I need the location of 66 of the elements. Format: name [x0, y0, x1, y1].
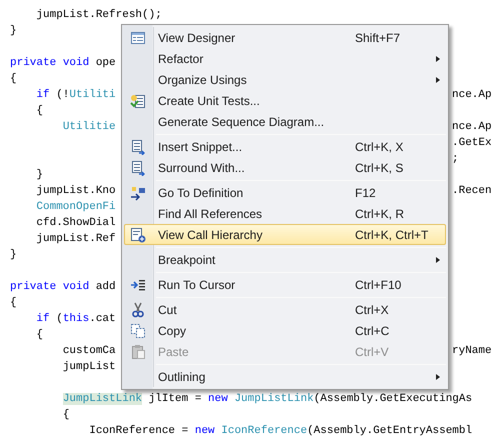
code-line: if (!Utiliti — [36, 89, 116, 101]
copy-icon — [130, 322, 146, 338]
code-line: { — [10, 297, 17, 309]
code-line: cfd.ShowDial — [36, 217, 116, 229]
code-line: private void add — [10, 281, 116, 293]
menu-item[interactable]: Run To Cursor Ctrl+F10 — [124, 274, 446, 295]
code-line: private void ope — [10, 57, 116, 69]
code-line: if (this.cat — [36, 313, 116, 325]
shortcut-text: Ctrl+V — [355, 344, 389, 360]
shortcut-text: Ctrl+X — [355, 302, 389, 318]
menu-item[interactable]: Organize Usings — [124, 69, 446, 90]
submenu-arrow-icon — [436, 56, 440, 62]
shortcut-text: Ctrl+K, Ctrl+T — [355, 226, 428, 244]
arrow-icon — [130, 184, 146, 200]
code-line: .GetEx — [452, 137, 492, 149]
shortcut-text: Ctrl+F10 — [355, 276, 402, 294]
menu-item[interactable]: Refactor — [124, 48, 446, 69]
code-line: jumpList.Kno — [36, 185, 116, 197]
code-line: Utilitie — [62, 121, 116, 133]
code-line: jumpList.Refresh(); — [36, 9, 162, 21]
shortcut-text: Ctrl+K, R — [355, 206, 404, 222]
document-arrow-icon — [130, 160, 146, 176]
shortcut-text: Ctrl+K, S — [355, 160, 404, 176]
document-arrow-icon — [130, 138, 146, 154]
code-line: jumpList — [62, 361, 116, 373]
code-line: nce.Ap — [452, 89, 492, 101]
code-line: { — [62, 409, 70, 421]
submenu-arrow-icon — [436, 76, 440, 82]
code-line: ; — [452, 153, 459, 165]
code-line: IconReference = new IconReference(Assembly.GetEntryAssembl — [89, 425, 472, 437]
shortcut-text: Ctrl+K, X — [355, 138, 404, 156]
menu-item[interactable]: Cut Ctrl+X — [124, 299, 446, 320]
shortcut-text: Ctrl+C — [355, 322, 390, 340]
menu-item[interactable]: View Call Hierarchy Ctrl+K, Ctrl+T — [124, 224, 446, 245]
cut-icon — [130, 302, 146, 318]
document-icon — [130, 226, 146, 242]
code-line: } — [10, 25, 17, 37]
code-line: ryName — [452, 345, 492, 357]
menu-item[interactable]: Outlining — [124, 366, 446, 387]
menu-item[interactable]: Generate Sequence Diagram... — [124, 111, 446, 132]
form-icon — [130, 30, 146, 46]
menu-item[interactable]: Find All References Ctrl+K, R — [124, 203, 446, 224]
submenu-arrow-icon — [436, 256, 440, 262]
code-line: jumpList.Ref — [36, 233, 116, 245]
menu-item[interactable]: Breakpoint — [124, 249, 446, 270]
submenu-arrow-icon — [436, 374, 440, 380]
menu-item[interactable]: Surround With... Ctrl+K, S — [124, 157, 446, 178]
code-line: nce.Ap — [452, 121, 492, 133]
test-document-icon — [130, 92, 146, 108]
code-line: .Recen — [452, 185, 492, 197]
menu-item[interactable]: Insert Snippet... Ctrl+K, X — [124, 136, 446, 157]
menu-item[interactable]: View Designer Shift+F7 — [124, 27, 446, 48]
paste-icon — [130, 344, 146, 360]
code-line: JumpListLink jlItem = new JumpListLink(Assembly.GetExecutingAs — [62, 393, 472, 405]
code-line: { — [36, 329, 44, 341]
shortcut-text: Shift+F7 — [355, 30, 400, 46]
code-line: { — [10, 73, 17, 85]
menu-item[interactable]: Create Unit Tests... — [124, 90, 446, 111]
menu-item[interactable]: Copy Ctrl+C — [124, 320, 446, 341]
code-line: } — [36, 169, 44, 181]
code-line: { — [36, 105, 44, 117]
shortcut-text: F12 — [355, 184, 376, 202]
menu-item[interactable]: Go To Definition F12 — [124, 182, 446, 203]
code-line: customCa — [62, 345, 116, 357]
code-line: } — [10, 249, 17, 261]
code-line: CommonOpenFi — [36, 201, 116, 213]
